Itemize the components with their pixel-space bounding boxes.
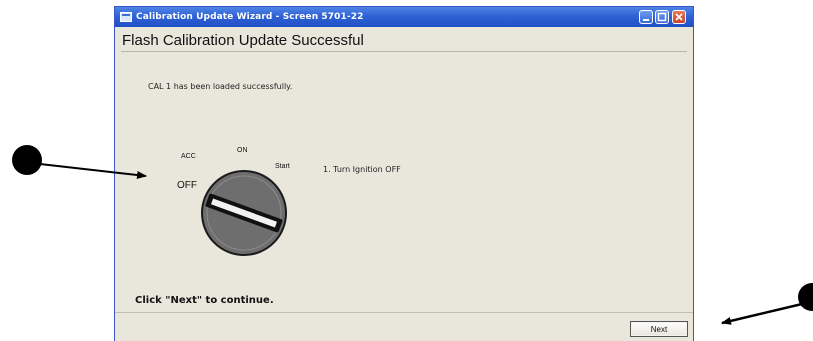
maximize-icon[interactable] bbox=[655, 10, 669, 24]
ignition-key-icon bbox=[201, 170, 287, 256]
left-callout-marker bbox=[12, 145, 42, 175]
heading-divider bbox=[121, 51, 687, 52]
instruction-text: 1. Turn Ignition OFF bbox=[323, 165, 401, 174]
on-label: ON bbox=[237, 147, 248, 154]
close-icon[interactable] bbox=[672, 10, 686, 24]
right-callout-marker bbox=[798, 283, 813, 311]
footer-divider bbox=[115, 312, 693, 313]
title-bar[interactable]: Calibration Update Wizard - Screen 5701-… bbox=[115, 7, 693, 27]
minimize-icon[interactable] bbox=[639, 10, 653, 24]
continue-prompt: Click "Next" to continue. bbox=[135, 295, 274, 306]
right-callout-arrow bbox=[721, 302, 803, 325]
acc-label: ACC bbox=[181, 153, 196, 160]
window-title: Calibration Update Wizard - Screen 5701-… bbox=[136, 12, 364, 22]
next-button[interactable]: Next bbox=[630, 321, 688, 337]
wizard-window: Calibration Update Wizard - Screen 5701-… bbox=[114, 6, 694, 341]
status-message: CAL 1 has been loaded successfully. bbox=[148, 82, 293, 91]
ignition-switch-illustration: ACC ON Start OFF bbox=[171, 145, 301, 275]
app-icon bbox=[120, 11, 132, 23]
page-title: Flash Calibration Update Successful bbox=[122, 32, 364, 49]
off-label: OFF bbox=[177, 180, 197, 191]
